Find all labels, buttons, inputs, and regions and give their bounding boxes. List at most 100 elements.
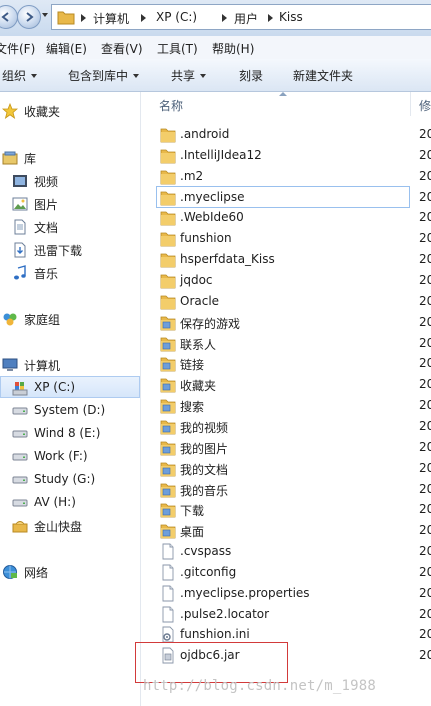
menu-view[interactable]: 查看(V) <box>101 40 143 57</box>
organize-button[interactable]: 组织 <box>2 67 38 84</box>
file-row[interactable]: .gitconfig 20 <box>148 562 431 583</box>
picture-icon <box>12 197 28 211</box>
burn-button[interactable]: 刻录 <box>239 67 263 84</box>
file-row[interactable]: 保存的游戏 20 <box>148 312 431 333</box>
file-name: funshion.ini <box>180 627 250 642</box>
special-folder-icon <box>160 376 176 393</box>
nav-drive-label: Work (F:) <box>34 449 88 463</box>
breadcrumb-users[interactable]: 用户 <box>234 10 258 27</box>
breadcrumb-chevron-icon[interactable] <box>141 14 146 22</box>
folder-icon <box>160 168 176 185</box>
file-row[interactable]: .m2 20 <box>148 166 431 187</box>
folder-icon <box>160 189 176 206</box>
menu-edit[interactable]: 编辑(E) <box>46 40 87 57</box>
file-row[interactable]: 搜索 20 <box>148 395 431 416</box>
back-button[interactable] <box>0 5 18 29</box>
share-button[interactable]: 共享 <box>171 67 207 84</box>
chevron-down-icon <box>31 74 38 78</box>
include-in-library-button[interactable]: 包含到库中 <box>68 67 140 84</box>
menu-help[interactable]: 帮助(H) <box>212 40 254 57</box>
folder-icon <box>160 126 176 143</box>
nav-drive-label: Wind 8 (E:) <box>34 426 101 440</box>
file-row[interactable]: .myeclipse.properties 20 <box>148 583 431 604</box>
navigation-pane: 收藏夹 库 视频 图片 文档 迅雷下载 音乐 家庭组 计算机 XP (C:) S… <box>0 92 140 706</box>
file-row[interactable]: hsperfdata_Kiss 20 <box>148 249 431 270</box>
new-folder-button[interactable]: 新建文件夹 <box>293 67 353 84</box>
file-date: 20 <box>419 439 431 454</box>
file-date: 20 <box>419 127 431 141</box>
file-date: 20 <box>419 523 431 538</box>
file-date: 20 <box>419 460 431 475</box>
file-name: 收藏夹 <box>180 379 217 394</box>
file-row[interactable]: funshion 20 <box>148 228 431 249</box>
menu-file[interactable]: 文件(F) <box>0 40 35 57</box>
homegroup-icon <box>3 313 17 326</box>
file-row[interactable]: 我的文档 20 <box>148 458 431 479</box>
breadcrumb-chevron-icon[interactable] <box>81 14 86 22</box>
forward-button[interactable] <box>17 5 41 29</box>
file-date: 20 <box>419 648 431 663</box>
download-folder-icon <box>14 242 26 258</box>
column-divider[interactable] <box>410 92 411 116</box>
file-date: 20 <box>419 418 431 433</box>
file-row[interactable]: 我的图片 20 <box>148 437 431 458</box>
music-note-icon <box>14 265 26 280</box>
column-header-date[interactable]: 修 <box>419 97 431 114</box>
file-date: 20 <box>419 606 431 621</box>
file-row[interactable]: 下载 20 <box>148 499 431 520</box>
column-header-name[interactable]: 名称 <box>159 97 183 114</box>
file-row[interactable]: .myeclipse 20 <box>148 187 431 208</box>
breadcrumb-kiss[interactable]: Kiss <box>279 10 303 24</box>
breadcrumb-computer[interactable]: 计算机 <box>93 10 129 27</box>
file-date: 20 <box>419 585 431 600</box>
special-folder-icon <box>160 335 176 352</box>
file-date: 20 <box>419 210 431 225</box>
breadcrumb-drive-c[interactable]: XP (C:) <box>156 10 197 24</box>
file-row[interactable]: .android 20 <box>148 124 431 145</box>
hard-drive-icon <box>12 453 28 461</box>
annotation-highlight-box <box>135 642 288 683</box>
hard-drive-icon <box>12 407 28 415</box>
file-date: 20 <box>419 377 431 392</box>
file-name: .WebIde60 <box>180 210 244 225</box>
file-row[interactable]: 链接 20 <box>148 353 431 374</box>
breadcrumb-chevron-icon[interactable] <box>222 14 227 22</box>
file-icon <box>160 564 176 581</box>
file-date: 20 <box>419 231 431 246</box>
recent-pages-chevron-icon[interactable] <box>42 13 48 17</box>
file-date: 20 <box>419 252 431 267</box>
menu-tools[interactable]: 工具(T) <box>157 40 198 57</box>
library-icon <box>2 151 18 165</box>
file-date: 20 <box>419 356 431 371</box>
breadcrumb[interactable]: 计算机 XP (C:) 用户 Kiss <box>51 4 431 30</box>
folder-icon <box>160 272 176 289</box>
file-row[interactable]: .WebIde60 20 <box>148 207 431 228</box>
file-name: 下载 <box>180 504 205 519</box>
nav-video-label: 视频 <box>34 175 59 189</box>
file-row[interactable]: 联系人 20 <box>148 333 431 354</box>
file-name: 我的音乐 <box>180 483 229 498</box>
windows-drive-icon <box>12 382 28 396</box>
file-name: .m2 <box>180 168 204 183</box>
star-icon <box>2 103 18 119</box>
breadcrumb-chevron-icon[interactable] <box>268 14 273 22</box>
file-row[interactable]: .cvspass 20 <box>148 541 431 562</box>
file-row[interactable]: Oracle 20 <box>148 291 431 312</box>
file-row[interactable]: 桌面 20 <box>148 520 431 541</box>
file-row[interactable]: jqdoc 20 <box>148 270 431 291</box>
file-name: Oracle <box>180 293 220 308</box>
back-arrow-icon <box>1 12 9 22</box>
file-row[interactable]: 收藏夹 20 <box>148 374 431 395</box>
folder-icon <box>57 11 75 25</box>
file-name: 我的视频 <box>180 420 229 435</box>
file-row[interactable]: .IntelliJIdea12 20 <box>148 145 431 166</box>
file-row[interactable]: .pulse2.locator 20 <box>148 604 431 625</box>
file-date: 20 <box>419 398 431 413</box>
file-name: .myeclipse.properties <box>180 585 310 600</box>
folder-icon <box>160 293 176 310</box>
file-name: .android <box>180 127 230 141</box>
file-row[interactable]: 我的视频 20 <box>148 416 431 437</box>
document-icon <box>14 219 26 235</box>
file-row[interactable]: 我的音乐 20 <box>148 479 431 500</box>
network-icon <box>3 565 17 579</box>
